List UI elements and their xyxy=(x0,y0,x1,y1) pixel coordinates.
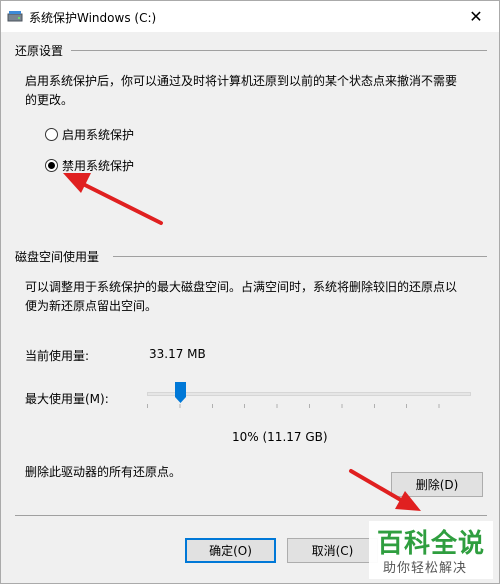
disk-usage-divider xyxy=(113,256,487,257)
max-usage-slider-track[interactable] xyxy=(147,392,471,396)
cancel-button-label: 取消(C) xyxy=(311,544,354,558)
watermark-title: 百科全说 xyxy=(377,529,486,559)
radio-enable-protection[interactable]: 启用系统保护 xyxy=(45,126,134,143)
slider-ticks xyxy=(147,404,471,408)
restore-desc-line2: 的更改。 xyxy=(25,93,74,107)
drive-icon xyxy=(7,11,23,22)
footer-divider xyxy=(15,515,487,516)
current-usage-value: 33.17 MB xyxy=(149,347,206,361)
disk-usage-title: 磁盘空间使用量 xyxy=(15,250,100,264)
close-button[interactable]: ✕ xyxy=(453,1,499,32)
delete-description: 删除此驱动器的所有还原点。 xyxy=(25,465,182,479)
radio-button-checked[interactable] xyxy=(45,159,58,172)
restore-desc-line1: 启用系统保护后，你可以通过及时将计算机还原到以前的某个状态点来撤消不需要 xyxy=(25,74,458,88)
delete-button-label: 删除(D) xyxy=(415,478,459,492)
max-usage-label: 最大使用量(M): xyxy=(25,392,109,406)
window-title: 系统保护Windows (C:) xyxy=(29,11,157,25)
radio-disable-label: 禁用系统保护 xyxy=(62,159,135,173)
disk-desc-line2: 便为新还原点留出空间。 xyxy=(25,299,158,313)
restore-settings-divider xyxy=(71,50,487,51)
radio-disable-protection[interactable]: 禁用系统保护 xyxy=(45,157,134,174)
ok-button-label: 确定(O) xyxy=(209,544,252,558)
disk-desc-line1: 可以调整用于系统保护的最大磁盘空间。占满空间时，系统将删除较旧的还原点以 xyxy=(25,280,458,294)
close-icon: ✕ xyxy=(469,7,483,26)
max-usage-percent: 10% (11.17 GB) xyxy=(232,430,328,444)
max-usage-slider-thumb[interactable] xyxy=(175,382,186,404)
delete-button[interactable]: 删除(D) xyxy=(391,472,483,497)
disk-usage-description: 可以调整用于系统保护的最大磁盘空间。占满空间时，系统将删除较旧的还原点以 便为新… xyxy=(25,278,495,316)
ok-button[interactable]: 确定(O) xyxy=(185,538,276,563)
current-usage-label: 当前使用量: xyxy=(25,349,90,363)
restore-settings-description: 启用系统保护后，你可以通过及时将计算机还原到以前的某个状态点来撤消不需要 的更改… xyxy=(25,72,495,110)
watermark-subtitle: 助你轻松解决 xyxy=(383,561,468,576)
restore-settings-title: 还原设置 xyxy=(15,44,64,58)
title-bar: 系统保护Windows (C:) ✕ xyxy=(1,1,499,32)
radio-button-unchecked[interactable] xyxy=(45,128,58,141)
radio-enable-label: 启用系统保护 xyxy=(62,128,135,142)
system-protection-dialog: 系统保护Windows (C:) ✕ 还原设置 启用系统保护后，你可以通过及时将… xyxy=(0,0,500,584)
arrow-to-disable-radio xyxy=(63,173,163,225)
cancel-button[interactable]: 取消(C) xyxy=(287,538,378,563)
